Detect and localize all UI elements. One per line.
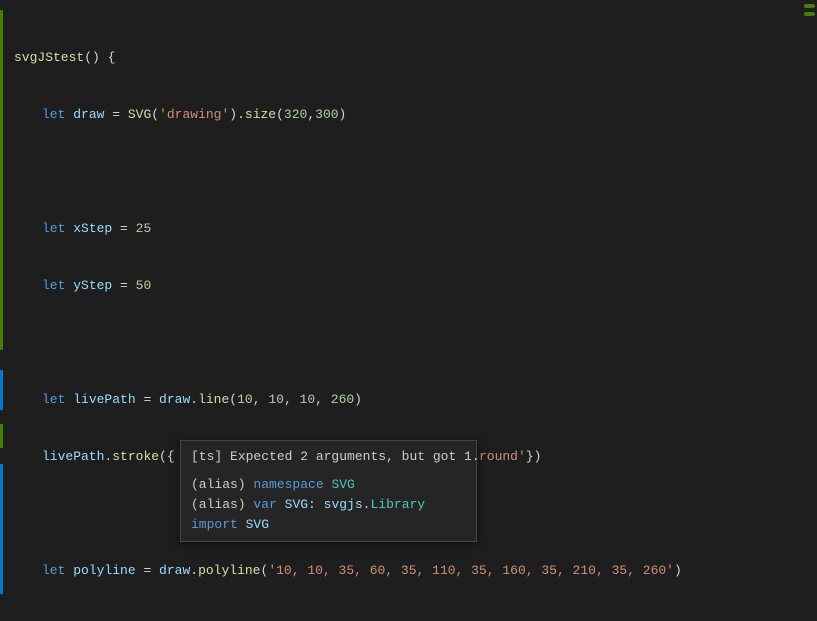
overview-ruler-marker xyxy=(804,12,815,16)
blank-line[interactable] xyxy=(14,162,817,181)
code-line[interactable]: let draw = SVG('drawing').size(320,300) xyxy=(14,105,817,124)
code-line[interactable]: let yStep = 50 xyxy=(14,276,817,295)
code-line[interactable]: let polyline = draw.polyline('10, 10, 35… xyxy=(14,561,817,580)
code-line[interactable]: let livePath = draw.line(10, 10, 10, 260… xyxy=(14,390,817,409)
overview-ruler-marker xyxy=(804,4,815,8)
hover-tooltip: [ts] Expected 2 arguments, but got 1. (a… xyxy=(180,440,477,542)
code-line[interactable]: let xStep = 25 xyxy=(14,219,817,238)
code-line[interactable]: svgJStest() { xyxy=(14,48,817,67)
blank-line[interactable] xyxy=(14,333,817,352)
fn-name: svgJStest xyxy=(14,50,84,65)
